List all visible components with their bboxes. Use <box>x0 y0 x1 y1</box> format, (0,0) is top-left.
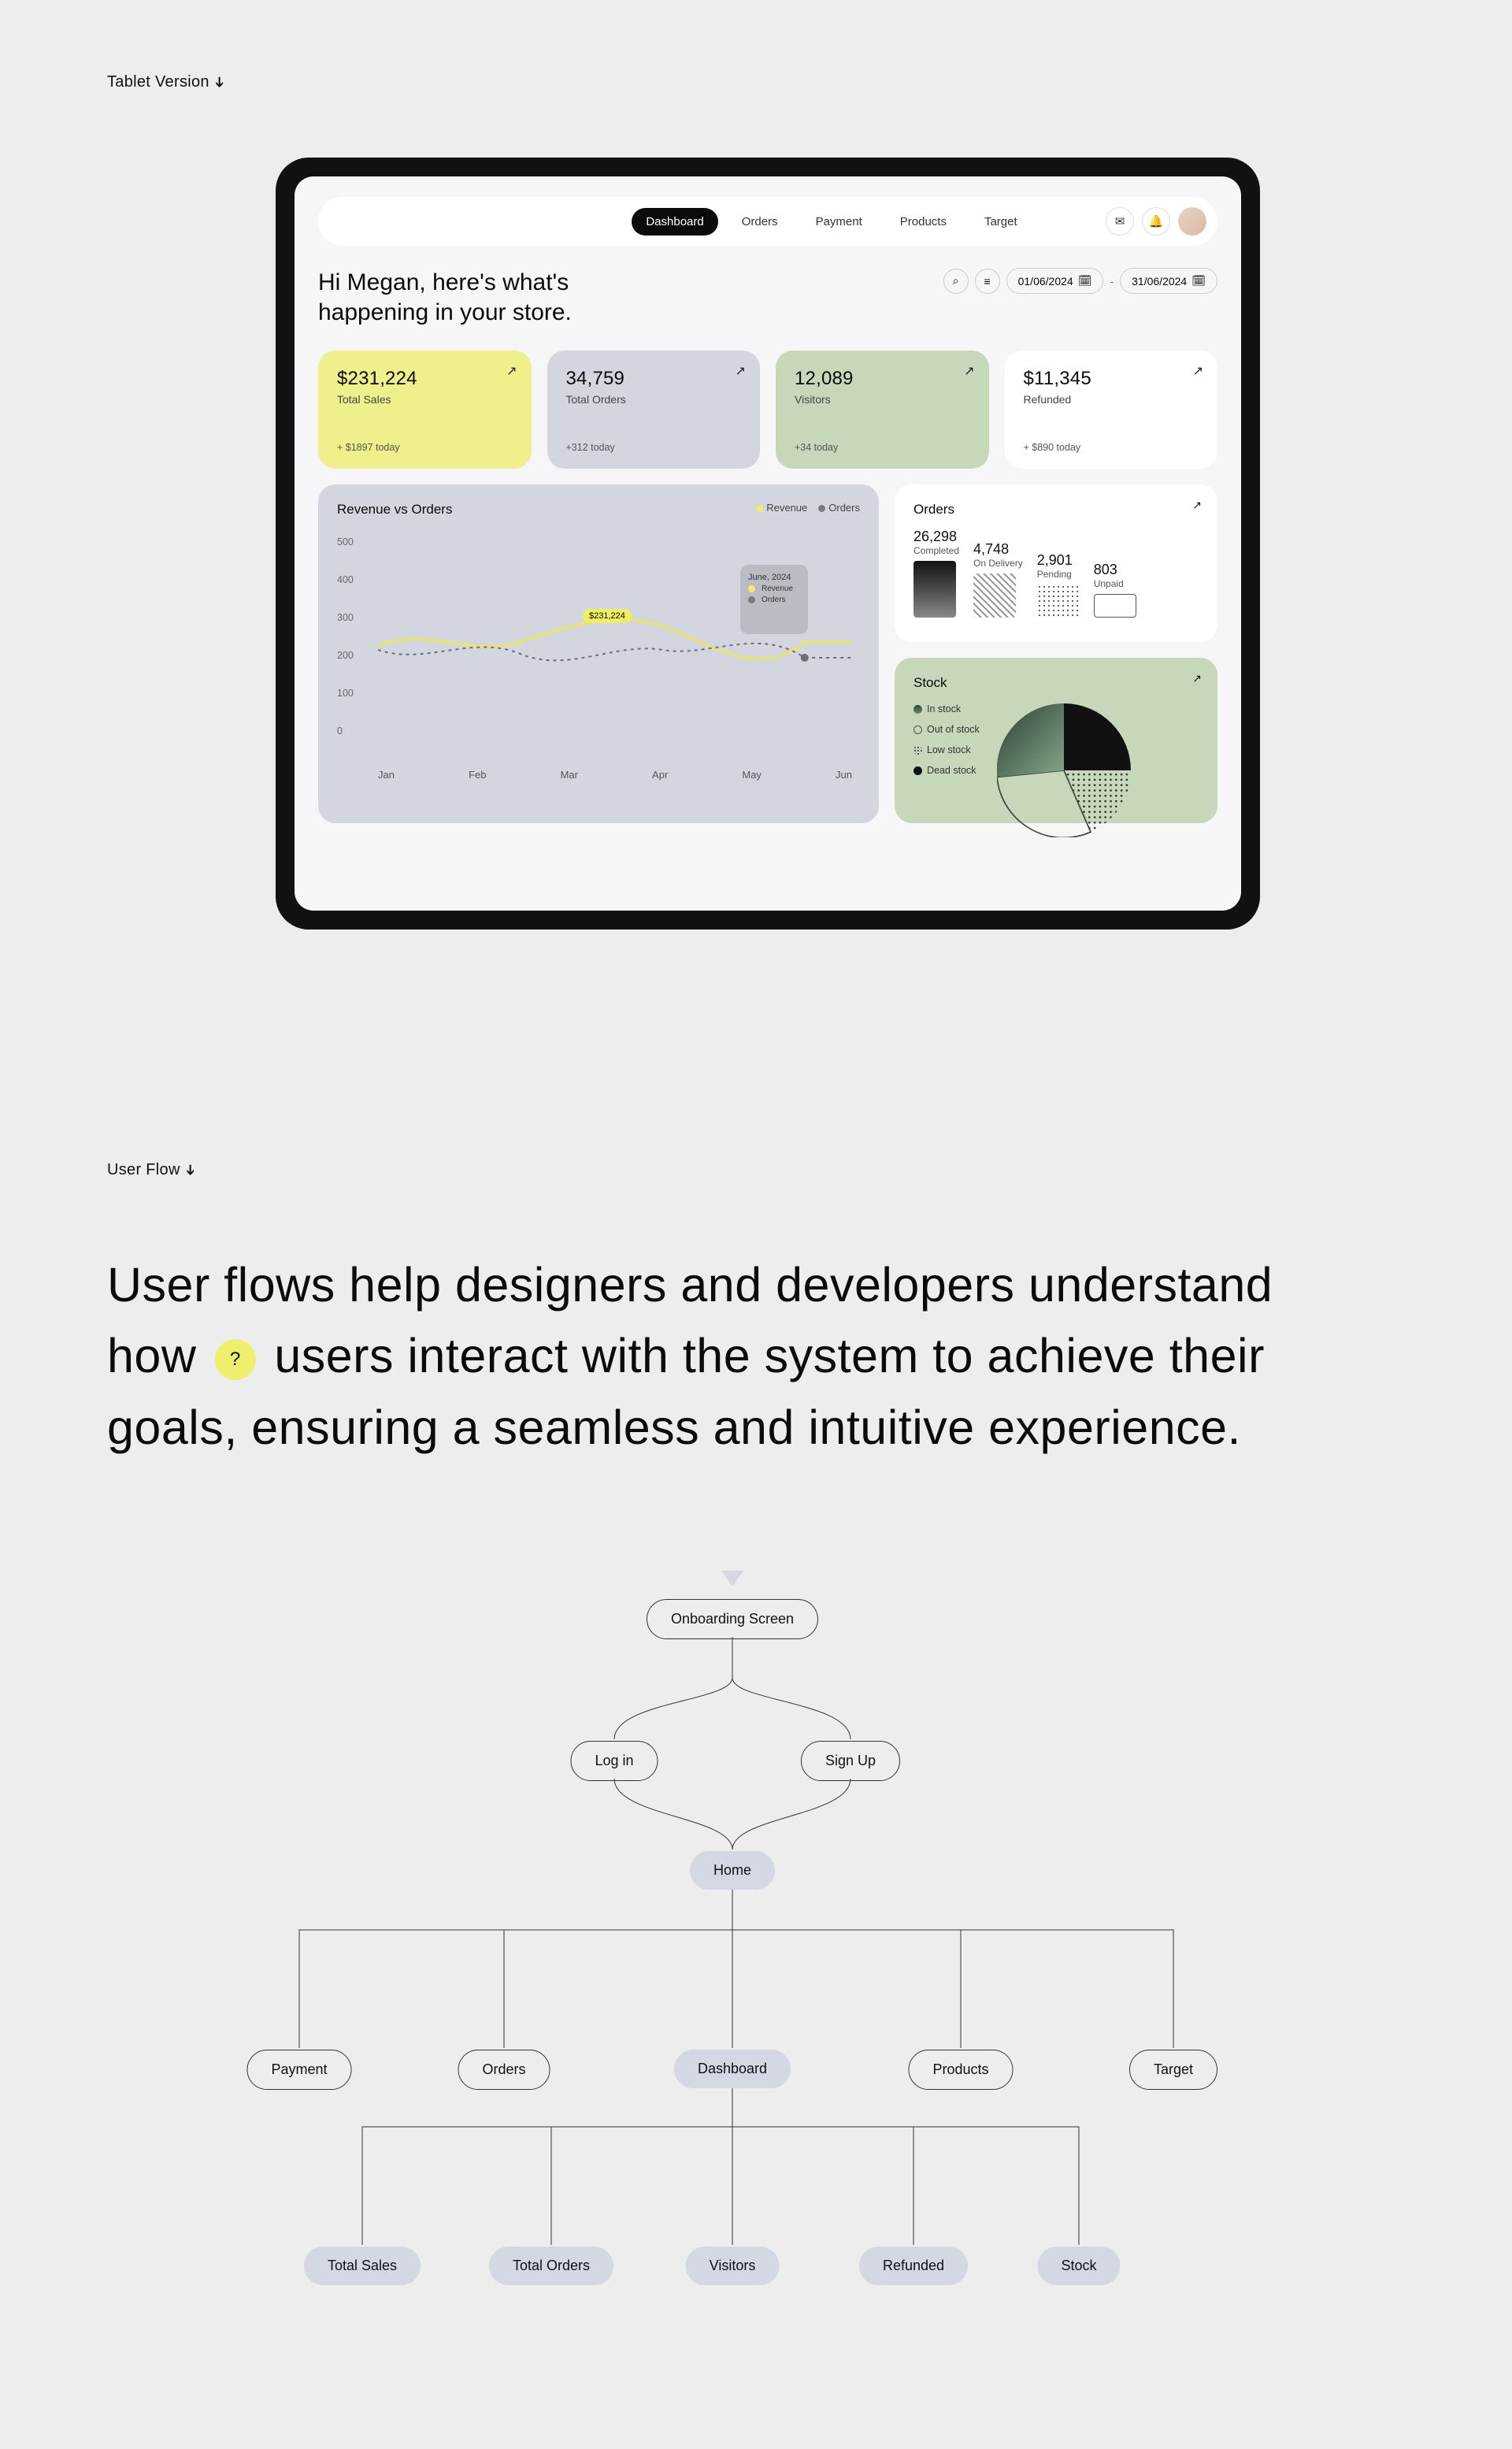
tablet-screen: Dashboard Orders Payment Products Target… <box>295 176 1241 911</box>
kpi-delta: + $1897 today <box>337 442 400 453</box>
kpi-total-orders[interactable]: ↗ 34,759 Total Orders +312 today <box>547 351 761 469</box>
card-title: Orders <box>914 502 1199 518</box>
open-icon: ↗ <box>506 363 517 379</box>
userflow-diagram: Onboarding Screen Log in Sign Up Home Pa… <box>220 1560 1244 2395</box>
y-tick: 400 <box>337 574 354 585</box>
stock-card[interactable]: Stock ↗ In stock Out of stock Low stock … <box>895 658 1217 823</box>
flow-node-refunded: Refunded <box>859 2247 968 2285</box>
kpi-refunded[interactable]: ↗ $11,345 Refunded + $890 today <box>1005 351 1218 469</box>
flow-node-target: Target <box>1129 2050 1217 2090</box>
tab-target[interactable]: Target <box>970 208 1032 236</box>
search-icon: ⌕ <box>953 274 959 288</box>
kpi-label: Total Orders <box>566 393 742 406</box>
date-to[interactable]: 31/06/2024🗓 <box>1120 268 1217 294</box>
y-tick: 0 <box>337 725 343 737</box>
kpi-value: $231,224 <box>337 368 513 390</box>
filter-button[interactable]: ≡ <box>975 269 1000 294</box>
chart-tooltip: June, 2024 Revenue Orders <box>740 565 808 634</box>
open-icon: ↗ <box>1193 363 1203 379</box>
calendar-icon: 🗓 <box>1191 274 1206 288</box>
kpi-label: Visitors <box>795 393 970 406</box>
tab-payment[interactable]: Payment <box>802 208 876 236</box>
top-navbar: Dashboard Orders Payment Products Target… <box>318 197 1217 246</box>
kpi-value: 34,759 <box>566 368 742 390</box>
chart-x-axis: JanFeb MarApr MayJun <box>378 769 852 781</box>
kpi-label: Total Sales <box>337 393 513 406</box>
mail-button[interactable]: ✉ <box>1106 207 1134 236</box>
flow-node-visitors: Visitors <box>686 2247 780 2285</box>
stock-pie-chart <box>997 703 1131 837</box>
tab-dashboard[interactable]: Dashboard <box>632 208 717 236</box>
open-icon: ↗ <box>736 363 746 379</box>
bell-icon: 🔔 <box>1149 214 1164 228</box>
mail-icon: ✉ <box>1115 214 1125 228</box>
tablet-frame: Dashboard Orders Payment Products Target… <box>276 158 1260 930</box>
notification-button[interactable]: 🔔 <box>1142 207 1170 236</box>
flow-node-signup: Sign Up <box>801 1741 900 1781</box>
search-button[interactable]: ⌕ <box>943 269 969 294</box>
question-badge-icon: ? <box>215 1339 256 1380</box>
flow-node-orders: Orders <box>458 2050 550 2090</box>
orders-pending: 2,901Pending <box>1037 552 1080 618</box>
stock-legend: In stock Out of stock Low stock Dead sto… <box>914 703 980 837</box>
arrow-down-right-icon: ➔ <box>182 1164 198 1176</box>
arrow-down-right-icon: ➔ <box>211 76 228 88</box>
orders-unpaid: 803Unpaid <box>1094 562 1136 618</box>
dot-icon <box>818 505 825 512</box>
start-triangle-icon <box>721 1571 743 1586</box>
kpi-delta: +34 today <box>795 442 838 453</box>
kpi-delta: + $890 today <box>1024 442 1081 453</box>
open-icon: ↗ <box>1192 499 1202 512</box>
date-controls: ⌕ ≡ 01/06/2024🗓 - 31/06/2024🗓 <box>943 268 1217 294</box>
tab-products[interactable]: Products <box>886 208 961 236</box>
flow-node-stock: Stock <box>1037 2247 1120 2285</box>
flow-node-onboarding: Onboarding Screen <box>647 1599 818 1639</box>
orders-breakdown-card[interactable]: Orders ↗ 26,298Completed 4,748On Deliver… <box>895 484 1217 642</box>
flow-node-home: Home <box>690 1851 775 1890</box>
y-tick: 500 <box>337 536 354 547</box>
orders-delivery: 4,748On Delivery <box>973 541 1023 618</box>
open-icon: ↗ <box>964 363 974 379</box>
tab-orders[interactable]: Orders <box>728 208 792 236</box>
dot-icon <box>756 505 763 512</box>
flow-node-login: Log in <box>570 1741 658 1781</box>
flow-node-dashboard: Dashboard <box>674 2050 791 2088</box>
greeting-text: Hi Megan, here's what's happening in you… <box>318 268 602 327</box>
sliders-icon: ≡ <box>984 275 991 288</box>
flow-node-payment: Payment <box>246 2050 351 2090</box>
kpi-delta: +312 today <box>566 442 615 453</box>
userflow-headline: User flows help designers and developers… <box>107 1249 1336 1463</box>
flow-node-totalsales: Total Sales <box>304 2247 421 2285</box>
chart-legend: Revenue Orders <box>756 502 860 514</box>
kpi-total-sales[interactable]: ↗ $231,224 Total Sales + $1897 today <box>318 351 532 469</box>
open-icon: ↗ <box>1192 672 1202 685</box>
y-tick: 200 <box>337 650 354 661</box>
kpi-label: Refunded <box>1024 393 1199 406</box>
date-separator: - <box>1110 275 1114 288</box>
y-tick: 300 <box>337 612 354 623</box>
kpi-value: $11,345 <box>1024 368 1199 390</box>
section-label-userflow: User Flow➔ <box>107 1161 197 1179</box>
revenue-orders-chart-card: Revenue vs Orders Revenue Orders 500 400… <box>318 484 879 823</box>
flow-node-totalorders: Total Orders <box>489 2247 613 2285</box>
section-label-tablet: Tablet Version➔ <box>107 73 226 91</box>
date-from[interactable]: 01/06/2024🗓 <box>1006 268 1104 294</box>
orders-completed: 26,298Completed <box>914 529 959 618</box>
flow-node-products: Products <box>908 2050 1013 2090</box>
calendar-icon: 🗓 <box>1078 274 1092 288</box>
kpi-value: 12,089 <box>795 368 970 390</box>
card-title: Stock <box>914 675 1199 691</box>
user-avatar[interactable] <box>1178 207 1206 236</box>
y-tick: 100 <box>337 688 354 699</box>
chart-area: 500 400 300 200 100 0 $231,224 June, 202… <box>337 536 860 781</box>
nav-tabs: Dashboard Orders Payment Products Target <box>632 208 1031 236</box>
chart-value-pill: $231,224 <box>583 609 632 623</box>
kpi-visitors[interactable]: ↗ 12,089 Visitors +34 today <box>776 351 989 469</box>
